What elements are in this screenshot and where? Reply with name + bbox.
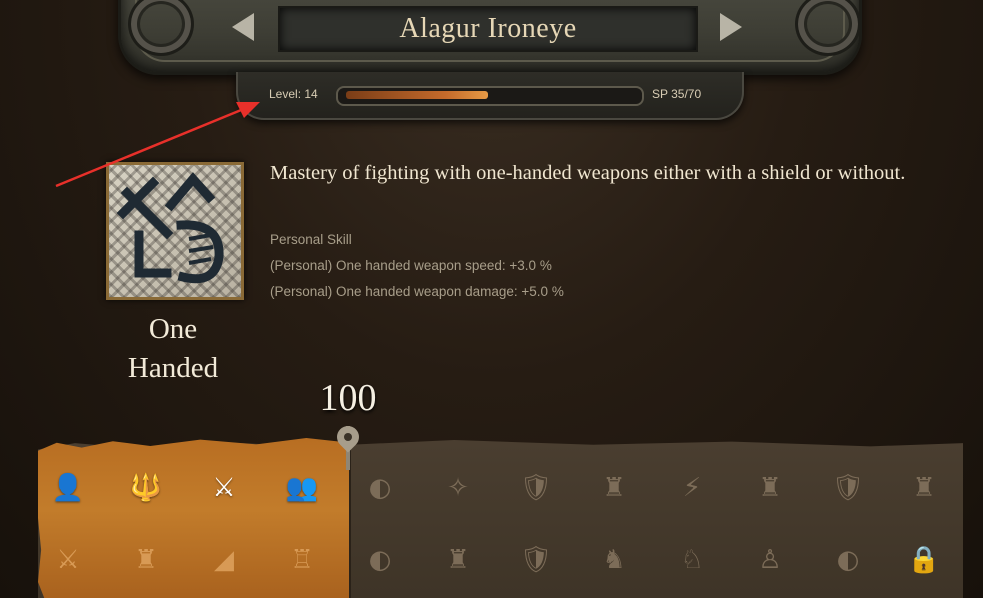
ramp-icon[interactable]: ◢	[202, 538, 246, 582]
skill-value: 100	[319, 377, 377, 419]
archers-icon[interactable]: ♙	[748, 538, 792, 582]
group-icon[interactable]: 👥	[280, 466, 324, 510]
skill-name: One Handed	[100, 310, 246, 388]
next-character-arrow-icon[interactable]	[720, 13, 742, 41]
skill-emblem-icon	[116, 172, 224, 284]
castle-person-icon[interactable]: ♜	[592, 466, 636, 510]
castle-person-icon[interactable]: ♜	[748, 466, 792, 510]
skill-name-line-2: Handed	[127, 352, 219, 384]
person-icon[interactable]: 👤	[46, 466, 90, 510]
skill-name-line-1: One	[148, 313, 198, 345]
skill-effect-speed: (Personal) One handed weapon speed: +3.0…	[270, 258, 552, 273]
castle-group-icon[interactable]: ♖	[280, 538, 324, 582]
shield-swipe-icon[interactable]: ◐	[826, 538, 870, 582]
previous-character-arrow-icon[interactable]	[232, 13, 254, 41]
experience-bar	[336, 86, 644, 106]
experience-bar-fill	[346, 91, 488, 99]
lock-icon[interactable]: 🔒	[902, 538, 946, 582]
skill-description: Mastery of fighting with one-handed weap…	[270, 162, 906, 184]
trident-icon[interactable]: 🔱	[124, 466, 168, 510]
character-name: Alagur Ironeye	[278, 6, 698, 52]
slash-icon[interactable]: ⚡	[670, 466, 714, 510]
skill-type: Personal Skill	[270, 232, 352, 247]
castle-person-icon[interactable]: ♜	[902, 466, 946, 510]
horse-rider-icon[interactable]: ♘	[670, 538, 714, 582]
skill-points-label: SP 35/70	[652, 87, 702, 101]
level-label: Level: 14	[269, 87, 318, 101]
sparkle-icon[interactable]: ✧	[436, 466, 480, 510]
shield-fist-icon[interactable]: 🛡	[514, 538, 558, 582]
shield-swipe-icon[interactable]: ◐	[358, 538, 402, 582]
shield-fist-icon[interactable]: 🛡	[514, 466, 558, 510]
castle-icon[interactable]: ♜	[124, 538, 168, 582]
fighter-icon[interactable]: ⚔	[202, 466, 246, 510]
shield-swipe-icon[interactable]: ◐	[358, 466, 402, 510]
shield-fist-icon[interactable]: 🛡	[826, 466, 870, 510]
one-handed-skill-icon	[106, 162, 244, 300]
crossed-swords-icon[interactable]: ⚔	[46, 538, 90, 582]
skill-effect-damage: (Personal) One handed weapon damage: +5.…	[270, 284, 564, 299]
soldier-icon[interactable]: ♞	[592, 538, 636, 582]
castle-person-icon[interactable]: ♜	[436, 538, 480, 582]
